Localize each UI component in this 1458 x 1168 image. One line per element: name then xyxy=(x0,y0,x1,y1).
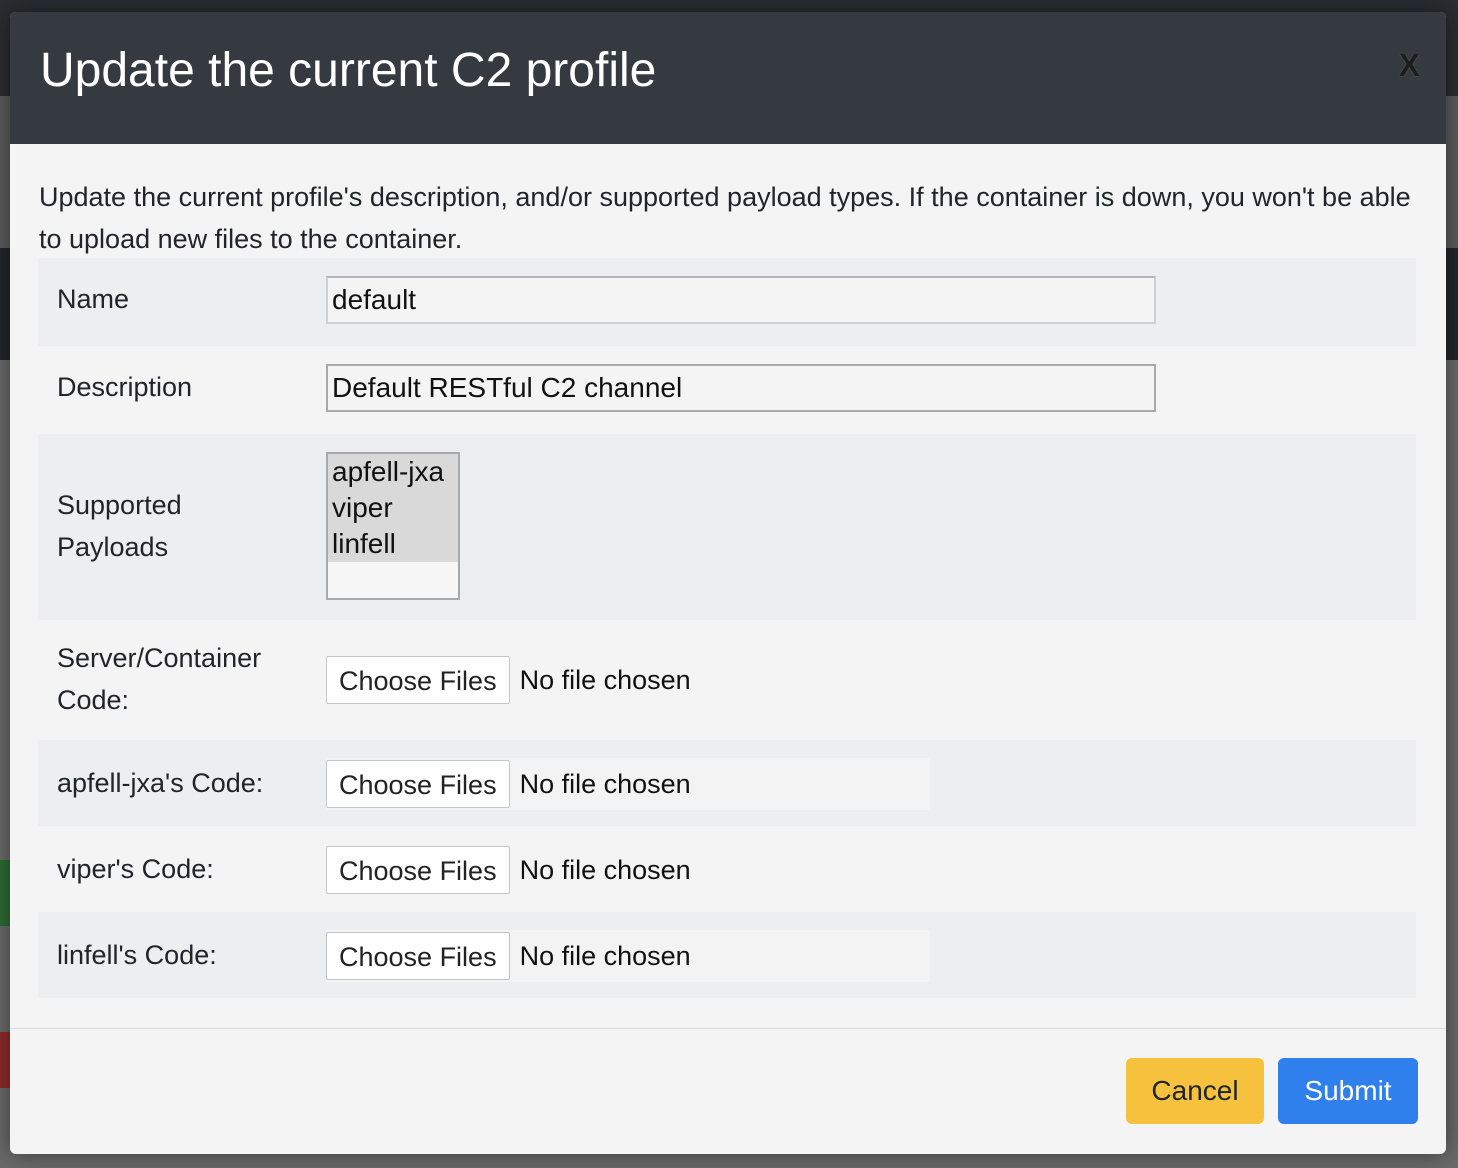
payloads-multi-select[interactable]: apfell-jxa viper linfell xyxy=(326,452,460,600)
background-red-accent xyxy=(0,1032,10,1088)
intro-text: Update the current profile's description… xyxy=(39,182,1411,254)
submit-button[interactable]: Submit xyxy=(1278,1058,1418,1124)
apfell-code-label: apfell-jxa's Code: xyxy=(57,768,264,798)
linfell-code-file-input: Choose Files No file chosen xyxy=(326,930,930,982)
apfell-code-file-status: No file chosen xyxy=(519,768,691,799)
viper-code-file-status: No file chosen xyxy=(519,854,691,885)
server-code-row: Server/Container Code: Choose Files No f… xyxy=(38,620,1416,740)
description-input[interactable] xyxy=(326,364,1156,412)
close-icon[interactable]: X xyxy=(1399,48,1420,82)
linfell-code-label: linfell's Code: xyxy=(57,940,217,970)
viper-code-row: viper's Code: Choose Files No file chose… xyxy=(38,826,1416,912)
footer-divider xyxy=(10,1028,1446,1029)
apfell-code-choose-files-button[interactable]: Choose Files xyxy=(326,760,510,808)
description-row: Description xyxy=(38,346,1416,434)
server-code-file-input: Choose Files No file chosen xyxy=(326,654,701,706)
viper-code-choose-files-button[interactable]: Choose Files xyxy=(326,846,510,894)
server-code-file-status: No file chosen xyxy=(519,664,691,695)
name-input[interactable] xyxy=(326,276,1156,324)
linfell-code-choose-files-button[interactable]: Choose Files xyxy=(326,932,510,980)
name-label: Name xyxy=(57,284,130,314)
payloads-label: Supported Payloads xyxy=(57,490,182,562)
payload-option[interactable]: linfell xyxy=(328,526,458,562)
linfell-code-row: linfell's Code: Choose Files No file cho… xyxy=(38,912,1416,998)
cancel-button[interactable]: Cancel xyxy=(1126,1058,1264,1124)
linfell-code-file-status: No file chosen xyxy=(519,940,691,971)
update-profile-modal: Update the current C2 profile X Update t… xyxy=(10,12,1446,1154)
name-row: Name xyxy=(38,258,1416,346)
background-green-accent xyxy=(0,860,10,926)
modal-title: Update the current C2 profile xyxy=(40,44,657,97)
server-code-label: Server/Container Code: xyxy=(57,643,262,715)
apfell-code-row: apfell-jxa's Code: Choose Files No file … xyxy=(38,740,1416,826)
modal-header: Update the current C2 profile X xyxy=(10,12,1446,144)
payloads-row: Supported Payloads apfell-jxa viper linf… xyxy=(38,434,1416,620)
viper-code-label: viper's Code: xyxy=(57,854,214,884)
description-label: Description xyxy=(57,372,193,402)
payload-option[interactable]: apfell-jxa xyxy=(328,454,458,490)
server-code-choose-files-button[interactable]: Choose Files xyxy=(326,656,510,704)
viper-code-file-input: Choose Files No file chosen xyxy=(326,844,701,896)
payload-option[interactable]: viper xyxy=(328,490,458,526)
apfell-code-file-input: Choose Files No file chosen xyxy=(326,758,930,810)
